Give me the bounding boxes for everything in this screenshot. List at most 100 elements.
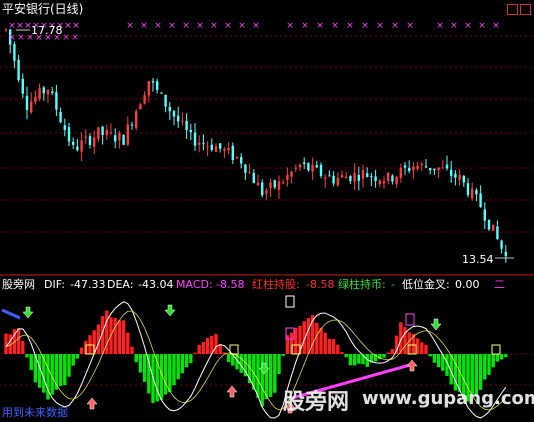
candle xyxy=(256,174,260,186)
candle-body xyxy=(416,165,419,169)
candle xyxy=(97,127,100,143)
candle xyxy=(500,239,503,254)
signal-marker: × xyxy=(316,21,324,31)
macd-bar xyxy=(424,344,428,354)
candle xyxy=(193,123,197,152)
signal-marker: × xyxy=(346,21,354,31)
candle-body xyxy=(332,175,335,184)
candle-body xyxy=(210,144,213,151)
signal-marker: × xyxy=(331,21,339,31)
candle-body xyxy=(273,180,276,188)
candle-body xyxy=(361,170,365,179)
candle-body xyxy=(340,175,344,178)
candle xyxy=(13,41,16,69)
watermark-url: www.gupang.com xyxy=(362,388,534,409)
signal-marker: × xyxy=(238,21,246,31)
candle xyxy=(361,164,365,188)
candle-body xyxy=(324,177,327,179)
candle xyxy=(219,143,222,153)
candle xyxy=(349,175,352,185)
macd-bar xyxy=(340,352,344,354)
candle-body xyxy=(399,167,402,178)
candle xyxy=(479,185,482,208)
candle-body xyxy=(445,164,449,169)
candle-body xyxy=(227,147,230,151)
candle-body xyxy=(168,106,171,112)
candle xyxy=(80,132,83,162)
maximize-button[interactable] xyxy=(507,4,518,15)
candle-body xyxy=(147,80,150,96)
macd-bar xyxy=(336,344,340,354)
macd-bar xyxy=(180,354,185,374)
macd-bar xyxy=(483,354,487,380)
macd-bar xyxy=(163,354,168,395)
candle-body xyxy=(193,132,197,146)
macd-bar xyxy=(323,332,327,354)
candle-body xyxy=(353,172,356,182)
candle-body xyxy=(500,240,503,249)
macd-bar xyxy=(21,340,25,354)
candle-body xyxy=(378,180,381,185)
sell-arrow xyxy=(164,304,176,317)
candle-body xyxy=(97,127,100,139)
candle-body xyxy=(13,44,16,61)
candle-body xyxy=(277,181,281,190)
macd-bar xyxy=(487,354,491,375)
candle-body xyxy=(349,175,352,182)
indicator-name[interactable]: 股旁网 xyxy=(2,278,35,291)
candle xyxy=(67,122,71,147)
candle-body xyxy=(164,94,167,107)
candle-body xyxy=(471,188,474,199)
signal-box xyxy=(405,313,415,326)
candle-body xyxy=(21,78,24,94)
candle-body xyxy=(240,157,243,164)
candle-body xyxy=(408,167,411,172)
candle xyxy=(202,134,205,151)
macd-bar xyxy=(176,354,180,380)
candle-body xyxy=(290,171,293,177)
cross-box xyxy=(491,344,501,355)
dea-value: -43.04 xyxy=(138,278,174,291)
macd-bar xyxy=(432,354,437,363)
candle-body xyxy=(139,104,142,110)
candle xyxy=(244,163,247,180)
macd-bar xyxy=(327,338,332,354)
candle-body xyxy=(487,219,491,230)
candle-body xyxy=(382,181,386,184)
signal-marker: × xyxy=(450,21,458,31)
candle-body xyxy=(118,132,121,141)
signal-marker: × xyxy=(286,21,294,31)
candle xyxy=(462,174,465,187)
macd-bar xyxy=(142,354,147,382)
macd-value: -8.58 xyxy=(216,278,245,291)
candle xyxy=(252,169,255,184)
signal-marker: × xyxy=(224,21,232,31)
macd-bar xyxy=(495,354,500,362)
macd-bar xyxy=(117,320,122,354)
start-trend-line xyxy=(1,308,21,320)
candle xyxy=(290,170,293,184)
macd-bar xyxy=(352,354,357,366)
macd-bar xyxy=(319,327,323,354)
macd-bar xyxy=(42,354,46,393)
candle xyxy=(63,118,66,137)
candle-body xyxy=(441,167,444,169)
macd-bar xyxy=(390,349,395,354)
candle-body xyxy=(336,177,339,186)
candle-body xyxy=(366,173,369,177)
macd-bar xyxy=(268,354,273,397)
candle xyxy=(298,163,302,172)
macd-bar xyxy=(491,354,495,368)
candle-body xyxy=(135,111,138,128)
candle xyxy=(454,170,457,186)
candle-body xyxy=(109,132,113,134)
candle xyxy=(4,28,8,33)
candle xyxy=(114,128,117,149)
candle xyxy=(160,91,163,94)
candle xyxy=(340,170,344,179)
close-button[interactable] xyxy=(520,4,531,15)
macd-bar xyxy=(134,354,138,363)
dea-label: DEA: xyxy=(107,278,134,291)
candle xyxy=(164,94,167,113)
candle-body xyxy=(458,174,461,180)
